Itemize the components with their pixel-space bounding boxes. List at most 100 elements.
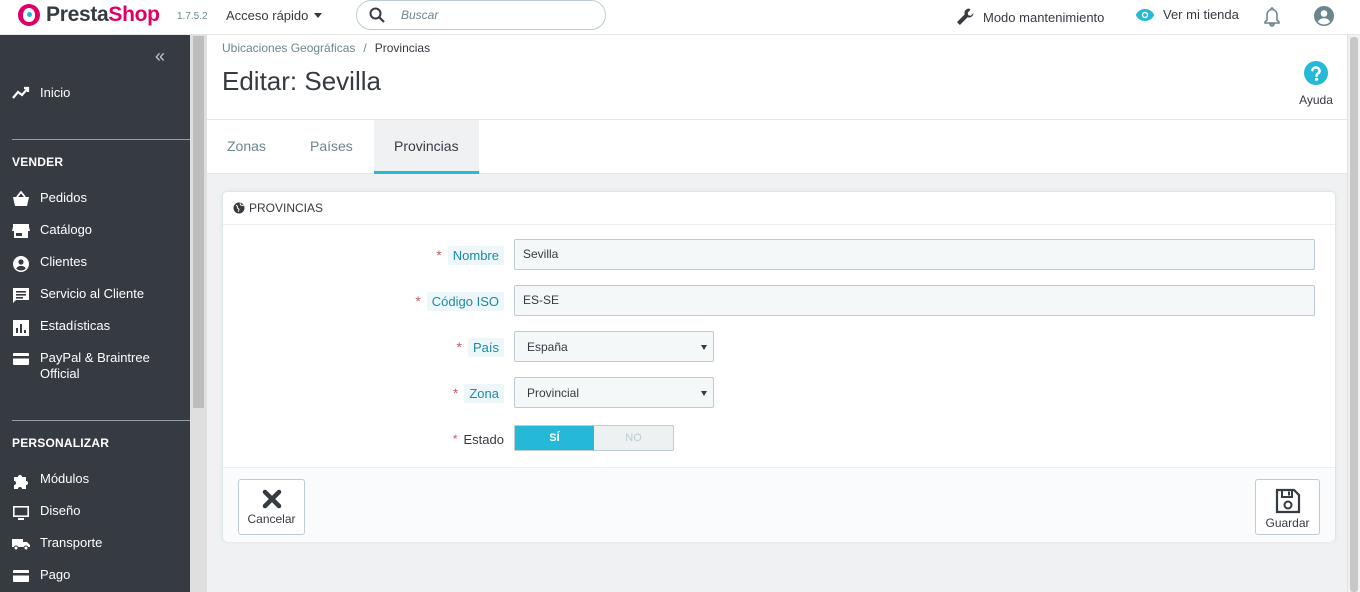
required-marker: * xyxy=(436,247,442,263)
sidebar-item-label: Pago xyxy=(40,567,71,582)
zone-select[interactable]: Provincial xyxy=(514,377,714,408)
sidebar-item-label: Inicio xyxy=(40,85,71,100)
eye-icon xyxy=(1135,8,1155,21)
maintenance-mode-link[interactable]: Modo mantenimiento xyxy=(955,7,1104,27)
sidebar-item-label: Catálogo xyxy=(40,222,93,237)
truck-icon xyxy=(12,539,30,551)
view-store-link[interactable]: Ver mi tienda xyxy=(1135,7,1239,22)
field-label-group: * Código ISO xyxy=(415,285,504,317)
breadcrumb-parent-link[interactable]: Ubicaciones Geográficas xyxy=(222,41,355,55)
cancel-label: Cancelar xyxy=(247,512,296,526)
tab-states[interactable]: Provincias xyxy=(374,120,479,174)
brand-name: PrestaShop xyxy=(46,3,160,26)
field-label-group: * Nombre xyxy=(436,239,504,271)
iso-code-input[interactable]: ES-SE xyxy=(514,285,1315,316)
sidebar-item-shipping[interactable]: Transporte xyxy=(12,535,182,552)
field-label-group: * Zona xyxy=(453,377,504,409)
cancel-button[interactable]: Cancelar xyxy=(238,479,305,535)
monitor-icon xyxy=(13,506,29,520)
page-scrollbar-thumb[interactable] xyxy=(1350,37,1358,592)
bell-icon[interactable] xyxy=(1263,6,1281,28)
breadcrumb-separator: / xyxy=(363,41,367,55)
form-row-iso: * Código ISO ES-SE xyxy=(223,285,1335,317)
caret-down-icon xyxy=(314,13,323,18)
version-label: 1.7.5.2 xyxy=(177,11,208,22)
country-label: País xyxy=(467,337,504,357)
search-icon[interactable] xyxy=(369,7,385,23)
field-label-group: * Estado xyxy=(453,423,504,455)
close-icon xyxy=(262,489,281,509)
sidebar-item-label: Pedidos xyxy=(40,190,87,205)
country-selected-value: España xyxy=(527,340,568,354)
sidebar-item-customers[interactable]: Clientes xyxy=(12,254,182,273)
name-label: Nombre xyxy=(447,245,504,265)
sidebar-item-orders[interactable]: Pedidos xyxy=(12,190,182,207)
tab-zones[interactable]: Zonas xyxy=(207,120,286,174)
zone-selected-value: Provincial xyxy=(527,386,580,400)
sidebar-item-paypal[interactable]: PayPal & Braintree Official xyxy=(12,350,182,382)
account-circle-icon xyxy=(13,256,29,272)
sidebar-item-design[interactable]: Diseño xyxy=(12,503,182,522)
search-box[interactable] xyxy=(356,0,606,30)
prestashop-logo[interactable]: PrestaShop xyxy=(18,3,160,27)
quick-access-label: Acceso rápido xyxy=(226,8,309,23)
sidebar-item-label: Clientes xyxy=(40,254,87,269)
status-no-option[interactable]: NO xyxy=(594,426,673,450)
form-row-name: * Nombre Sevilla xyxy=(223,239,1335,271)
sidebar-scrollbar-thumb[interactable] xyxy=(193,36,204,408)
panel-heading: PROVINCIAS xyxy=(223,192,1335,225)
breadcrumb: Ubicaciones Geográficas / Provincias xyxy=(222,41,430,55)
section-customize-heading: PERSONALIZAR xyxy=(12,436,110,450)
required-marker: * xyxy=(456,339,462,355)
sidebar-item-home[interactable]: Inicio xyxy=(12,85,182,101)
bar-chart-icon xyxy=(13,320,29,336)
user-account-icon[interactable] xyxy=(1313,5,1335,27)
status-yes-option[interactable]: SÍ xyxy=(515,426,594,450)
page-title: Editar: Sevilla xyxy=(222,66,381,96)
required-marker: * xyxy=(415,293,421,309)
sidebar-item-payment[interactable]: Pago xyxy=(12,567,182,584)
status-toggle[interactable]: SÍ NO xyxy=(514,425,674,451)
sidebar-item-modules[interactable]: Módulos xyxy=(12,471,182,490)
iso-code-label: Código ISO xyxy=(426,291,504,311)
credit-card-icon xyxy=(13,353,29,365)
sidebar-item-label: Estadísticas xyxy=(40,318,111,333)
sidebar: « Inicio VENDER Pedidos Catálogo Cliente… xyxy=(0,35,190,592)
panel-title: PROVINCIAS xyxy=(249,201,324,215)
help-icon xyxy=(1304,61,1328,85)
required-marker: * xyxy=(452,385,459,401)
chat-icon xyxy=(13,288,29,303)
puzzle-icon xyxy=(14,475,28,489)
collapse-sidebar-icon[interactable]: « xyxy=(155,46,165,67)
store-icon xyxy=(12,224,30,238)
sidebar-item-label: PayPal & Braintree Official xyxy=(40,350,150,381)
breadcrumb-current: Provincias xyxy=(374,41,431,55)
sidebar-item-label: Módulos xyxy=(40,471,90,486)
help-button[interactable]: Ayuda xyxy=(1298,60,1334,107)
sidebar-item-catalog[interactable]: Catálogo xyxy=(12,222,182,239)
country-select[interactable]: España xyxy=(514,331,714,362)
save-button[interactable]: Guardar xyxy=(1255,479,1320,535)
status-label: Estado xyxy=(463,431,504,447)
wrench-icon xyxy=(957,8,974,26)
quick-access-dropdown[interactable]: Acceso rápido xyxy=(226,8,323,23)
basket-icon xyxy=(13,191,29,206)
puffin-logo-icon xyxy=(18,4,40,26)
sidebar-item-statistics[interactable]: Estadísticas xyxy=(12,318,182,337)
globe-icon xyxy=(233,202,245,214)
form-row-zone: * Zona Provincial xyxy=(223,377,1335,409)
sidebar-item-customer-service[interactable]: Servicio al Cliente xyxy=(12,286,182,305)
section-sell-heading: VENDER xyxy=(12,155,64,169)
tab-countries[interactable]: Países xyxy=(290,120,373,174)
required-marker: * xyxy=(452,432,458,446)
sidebar-divider xyxy=(12,139,190,140)
save-label: Guardar xyxy=(1265,516,1310,530)
tab-bar: Zonas Países Provincias xyxy=(207,119,1347,174)
search-input[interactable] xyxy=(401,8,581,22)
states-form-panel: PROVINCIAS * Nombre Sevilla * Código ISO… xyxy=(222,191,1336,542)
panel-footer: Cancelar Guardar xyxy=(223,467,1335,542)
sidebar-divider xyxy=(12,420,190,421)
sidebar-item-label: Diseño xyxy=(40,503,81,518)
help-label: Ayuda xyxy=(1299,93,1333,107)
name-input[interactable]: Sevilla xyxy=(514,239,1315,270)
